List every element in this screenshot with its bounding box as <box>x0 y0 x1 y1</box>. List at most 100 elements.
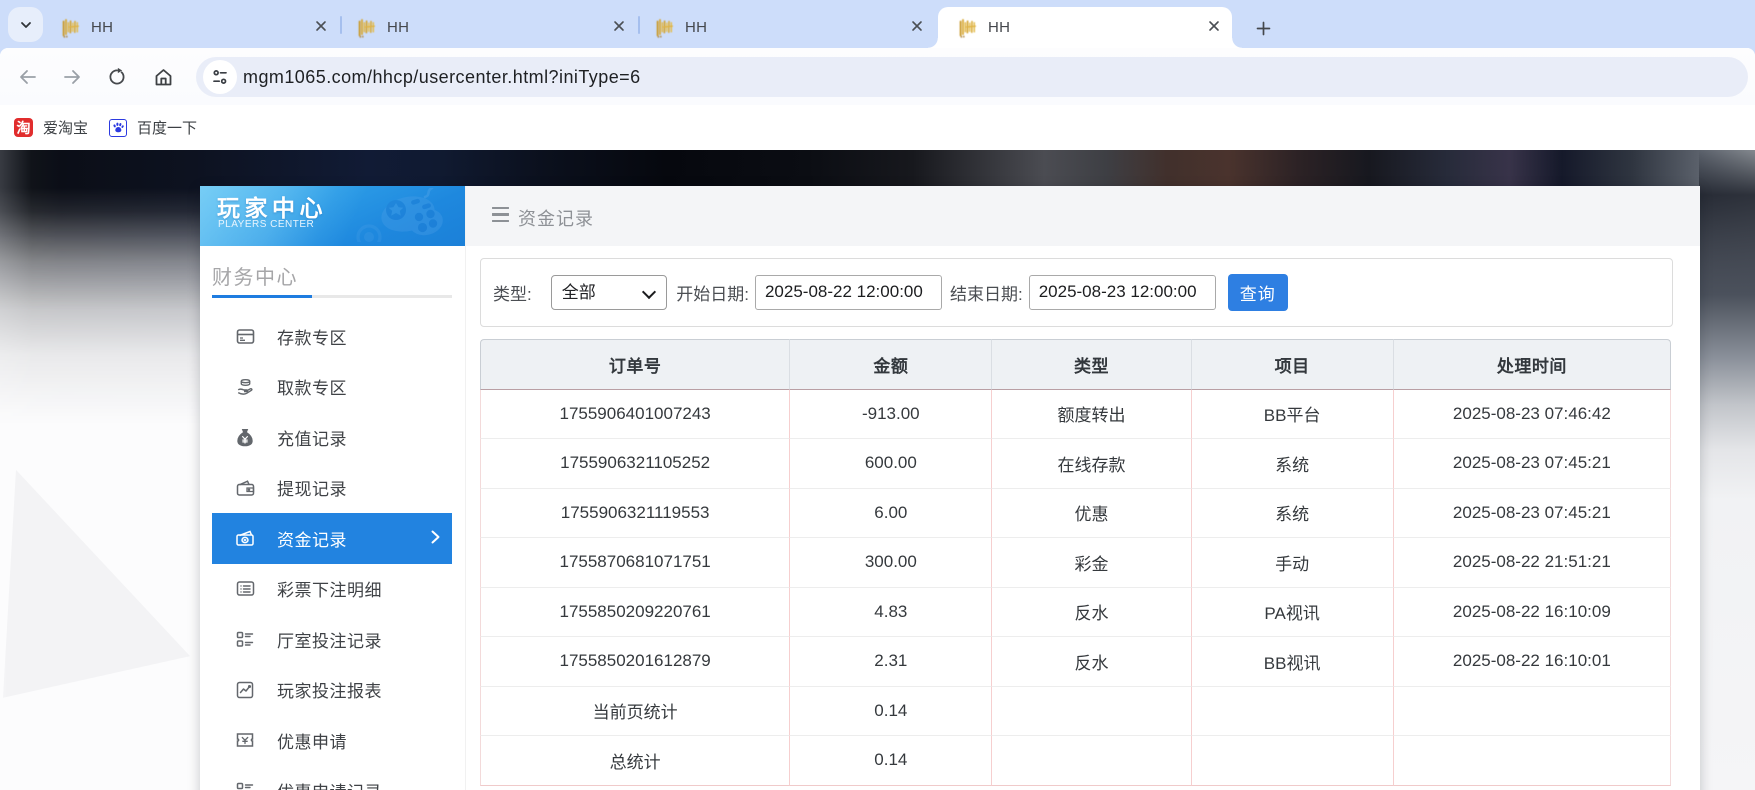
table-row: 1755906321105252600.00在线存款系统2025-08-23 0… <box>480 439 1671 489</box>
hall-records-icon <box>234 628 256 650</box>
table-cell: 额度转出 <box>992 390 1191 440</box>
table-cell <box>992 687 1191 737</box>
menu-item-withdrawal-records[interactable]: 提现记录 <box>212 463 452 514</box>
filter-bar: 类型: 全部 开始日期: 结束日期: 查询 <box>480 258 1673 327</box>
tab-title: HH <box>387 19 409 36</box>
table-cell <box>992 736 1191 786</box>
start-date-label: 开始日期: <box>676 280 749 305</box>
tab-close-icon[interactable] <box>313 18 329 34</box>
reload-button[interactable] <box>100 60 134 94</box>
type-select[interactable]: 全部 <box>551 275 667 310</box>
menu-item-fund-records[interactable]: 资金记录 <box>212 513 452 564</box>
tab-3[interactable]: HH <box>642 7 937 48</box>
start-date-input[interactable] <box>755 275 942 310</box>
browser-chrome: HH HH HH HH <box>0 0 1755 150</box>
table-cell: 系统 <box>1192 489 1394 539</box>
tab-close-icon[interactable] <box>909 18 925 34</box>
reload-icon <box>107 67 127 87</box>
table-cell: 1755850209220761 <box>480 588 790 638</box>
end-date-input[interactable] <box>1029 275 1216 310</box>
bookmark-taobao[interactable]: 淘 爱淘宝 <box>14 105 88 150</box>
coupon-icon <box>234 729 256 751</box>
tab-2[interactable]: HH <box>344 7 639 48</box>
coupon-list-icon <box>234 780 256 790</box>
page-title: 资金记录 <box>518 205 594 231</box>
tab-separator <box>340 16 342 34</box>
chevron-right-icon <box>431 530 440 549</box>
menu-item-deposit-zone[interactable]: 存款专区 <box>212 311 452 362</box>
table-cell: 1755906321119553 <box>480 489 790 539</box>
tab-close-icon[interactable] <box>611 18 627 34</box>
menu-item-label: 玩家投注报表 <box>277 677 382 702</box>
table-cell: 6.00 <box>790 489 992 539</box>
taobao-icon: 淘 <box>14 118 33 137</box>
table-cell: 0.14 <box>790 687 992 737</box>
url-text[interactable]: mgm1065.com/hhcp/usercenter.html?iniType… <box>243 57 641 97</box>
tab-favicon <box>655 18 675 38</box>
home-button[interactable] <box>146 60 180 94</box>
tab-separator <box>638 16 640 34</box>
table-header-row: 订单号金额类型项目处理时间 <box>480 339 1671 390</box>
tab-favicon <box>357 18 377 38</box>
menu-item-player-bet-report[interactable]: 玩家投注报表 <box>212 665 452 716</box>
tune-icon <box>211 68 229 86</box>
sidebar-subtitle: PLAYERS CENTER <box>218 219 314 230</box>
page-background-triangle <box>0 465 200 710</box>
table-cell: 系统 <box>1192 439 1394 489</box>
type-label: 类型: <box>493 280 532 305</box>
withdraw-hand-icon <box>234 376 256 398</box>
hamburger-icon[interactable] <box>492 207 509 222</box>
menu-item-recharge-records[interactable]: 充值记录 <box>212 412 452 463</box>
table-cell <box>1394 687 1671 737</box>
sidebar-divider <box>212 295 452 298</box>
forward-button[interactable] <box>55 60 89 94</box>
report-chart-icon <box>234 679 256 701</box>
tab-search-button[interactable] <box>8 7 43 42</box>
site-info-button[interactable] <box>203 60 237 94</box>
back-button[interactable] <box>11 60 45 94</box>
address-bar[interactable]: mgm1065.com/hhcp/usercenter.html?iniType… <box>196 57 1748 97</box>
table-cell: 反水 <box>992 588 1191 638</box>
end-date-label: 结束日期: <box>950 280 1023 305</box>
menu-item-promo-apply[interactable]: 优惠申请 <box>212 715 452 766</box>
money-bag-icon <box>234 426 256 448</box>
bookmark-baidu[interactable]: 百度一下 <box>109 105 197 150</box>
query-button[interactable]: 查询 <box>1228 274 1288 311</box>
table-cell: -913.00 <box>790 390 992 440</box>
menu-item-withdraw-zone[interactable]: 取款专区 <box>212 362 452 413</box>
table-cell: 手动 <box>1192 538 1394 588</box>
bookmark-label: 百度一下 <box>137 117 197 138</box>
bookmarks-bar: 淘 爱淘宝 百度一下 <box>0 105 1755 150</box>
table-cell: 1755850201612879 <box>480 637 790 687</box>
tab-favicon <box>61 18 81 38</box>
table-row: 1755906401007243-913.00额度转出BB平台2025-08-2… <box>480 390 1671 440</box>
sidebar-section-title: 财务中心 <box>212 261 298 290</box>
table-cell: 1755906401007243 <box>480 390 790 440</box>
plus-icon <box>1256 21 1271 36</box>
wallet-icon <box>234 477 256 499</box>
menu-item-lottery-bet-details[interactable]: 彩票下注明细 <box>212 564 452 615</box>
menu-item-hall-bet-records[interactable]: 厅室投注记录 <box>212 614 452 665</box>
tab-close-icon[interactable] <box>1206 18 1222 34</box>
fund-records-table: 订单号金额类型项目处理时间 1755906401007243-913.00额度转… <box>480 339 1671 786</box>
tab-title: HH <box>685 19 707 36</box>
table-header-cell: 金额 <box>790 339 992 390</box>
table-cell: 在线存款 <box>992 439 1191 489</box>
tab-favicon <box>958 18 978 38</box>
menu-item-label: 资金记录 <box>277 526 347 551</box>
tab-1[interactable]: HH <box>48 7 341 48</box>
table-cell: 300.00 <box>790 538 992 588</box>
ticket-list-icon <box>234 578 256 600</box>
user-center-panel: 玩家中心 PLAYERS CENTER 财务中心 存款专区 取款专区 充值记录 <box>200 186 1700 790</box>
tab-4-active[interactable]: HH <box>938 7 1232 48</box>
content-header: 资金记录 <box>466 186 1700 246</box>
table-cell: PA视讯 <box>1192 588 1394 638</box>
table-cell: 2025-08-23 07:45:21 <box>1394 489 1671 539</box>
toolbar: mgm1065.com/hhcp/usercenter.html?iniType… <box>0 48 1755 105</box>
new-tab-button[interactable] <box>1247 12 1279 44</box>
sidebar-title: 玩家中心 <box>217 189 327 223</box>
table-cell: 0.14 <box>790 736 992 786</box>
table-cell: 1755870681071751 <box>480 538 790 588</box>
table-cell: 2025-08-22 16:10:09 <box>1394 588 1671 638</box>
menu-item-promo-apply-records[interactable]: 优惠申请记录 <box>212 766 452 790</box>
